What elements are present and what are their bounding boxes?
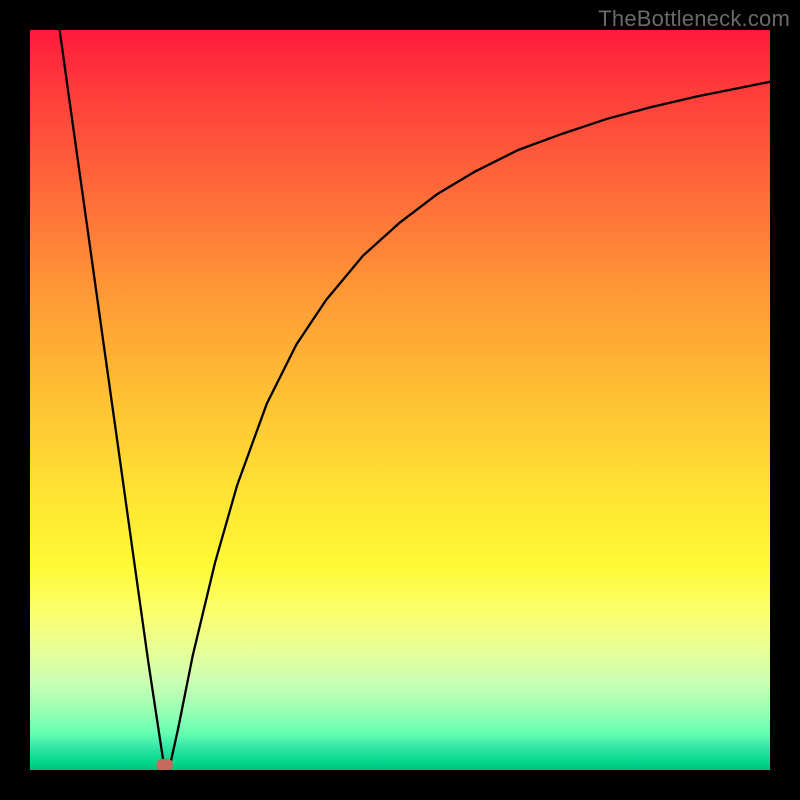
curve-canvas bbox=[30, 30, 770, 770]
plot-area bbox=[30, 30, 770, 770]
chart-frame: TheBottleneck.com bbox=[0, 0, 800, 800]
optimal-marker bbox=[157, 759, 173, 770]
bottleneck-curve bbox=[60, 30, 770, 766]
watermark-label: TheBottleneck.com bbox=[598, 6, 790, 32]
